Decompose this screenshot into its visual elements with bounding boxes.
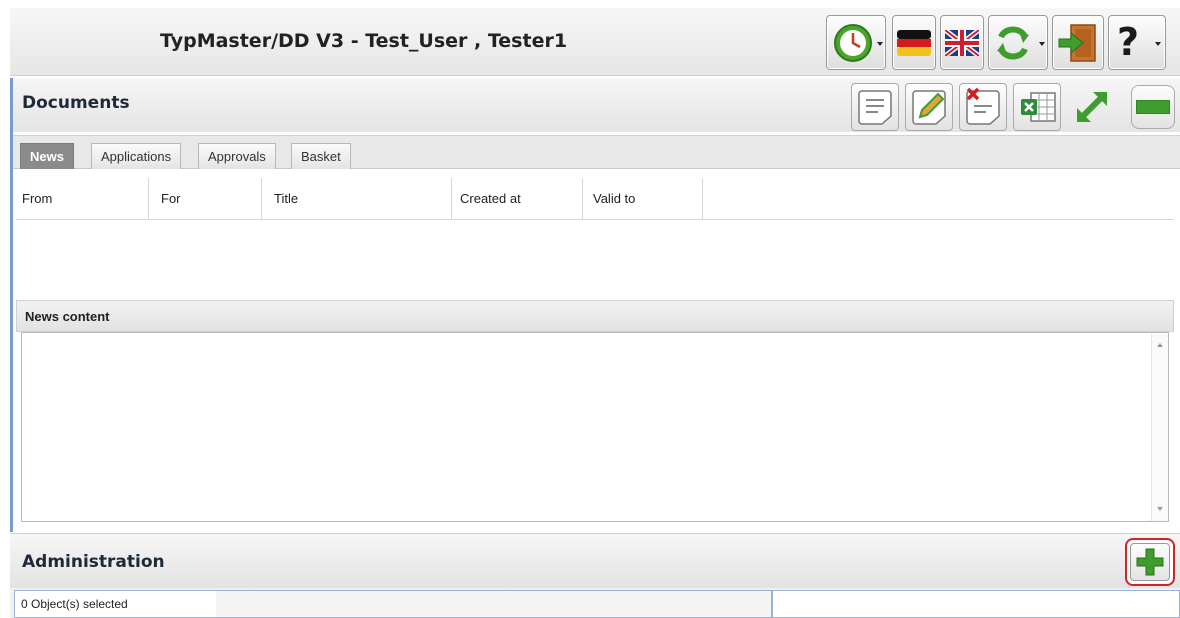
- documents-title: Documents: [22, 93, 130, 113]
- column-header-valid-to[interactable]: Valid to: [587, 178, 703, 220]
- add-icon: [1136, 548, 1164, 576]
- tab-approvals[interactable]: Approvals: [198, 143, 276, 169]
- german-flag-icon: [897, 30, 931, 56]
- selection-status: 0 Object(s) selected: [14, 590, 217, 618]
- title-bar: TypMaster/DD V3 - Test_User , Tester1 ?: [10, 8, 1180, 76]
- logout-button[interactable]: [1052, 15, 1104, 70]
- refresh-icon: [997, 26, 1029, 60]
- status-cell-middle: [216, 590, 772, 618]
- tab-news[interactable]: News: [20, 143, 74, 169]
- german-language-button[interactable]: [892, 15, 936, 70]
- document-icon: [858, 90, 892, 125]
- delete-document-button[interactable]: [959, 83, 1007, 131]
- status-cell-right: [772, 590, 1180, 618]
- collapse-button[interactable]: [1131, 85, 1175, 129]
- column-header-from[interactable]: From: [16, 178, 149, 220]
- new-document-button[interactable]: [851, 83, 899, 131]
- app-title: TypMaster/DD V3 - Test_User , Tester1: [160, 30, 568, 52]
- expand-button[interactable]: [1067, 83, 1115, 131]
- collapse-icon: [1136, 100, 1170, 114]
- chevron-down-icon: [877, 42, 883, 46]
- english-language-button[interactable]: [940, 15, 984, 70]
- help-icon: ?: [1117, 20, 1140, 64]
- column-header-title[interactable]: Title: [268, 178, 452, 220]
- tab-applications[interactable]: Applications: [91, 143, 182, 169]
- chevron-down-icon: [1155, 42, 1161, 46]
- delete-document-icon: [966, 88, 1000, 125]
- column-header-for[interactable]: For: [155, 178, 262, 220]
- uk-flag-icon: [945, 30, 979, 56]
- news-content-area[interactable]: [21, 332, 1169, 522]
- add-administration-button[interactable]: [1125, 538, 1175, 586]
- expand-icon: [1077, 92, 1107, 122]
- refresh-button[interactable]: [988, 15, 1048, 70]
- edit-document-button[interactable]: [905, 83, 953, 131]
- documents-panel-header: Documents: [13, 78, 1180, 132]
- news-grid-body[interactable]: [16, 221, 1174, 299]
- news-content-scrollbar[interactable]: [1151, 333, 1168, 521]
- column-header-created-at[interactable]: Created at: [454, 178, 583, 220]
- excel-export-button[interactable]: [1013, 83, 1061, 131]
- clock-button[interactable]: [826, 15, 886, 70]
- exit-door-icon: [1058, 24, 1096, 62]
- clock-icon: [834, 24, 872, 62]
- tab-basket[interactable]: Basket: [291, 143, 351, 169]
- help-button[interactable]: ?: [1108, 15, 1166, 70]
- status-bar: 0 Object(s) selected: [10, 588, 1180, 618]
- administration-panel: Administration: [10, 533, 1180, 588]
- documents-tab-bar: News Applications Approvals Basket: [13, 135, 1180, 169]
- edit-document-icon: [912, 90, 946, 125]
- news-grid-header: From For Title Created at Valid to: [16, 178, 1174, 220]
- news-content-header: News content: [16, 300, 1174, 332]
- scroll-up-arrow-icon[interactable]: [1157, 343, 1163, 347]
- add-button-frame: [1130, 543, 1170, 581]
- excel-export-icon: [1021, 92, 1056, 122]
- documents-panel: Documents News Applications Approvals Ba…: [10, 78, 1180, 532]
- administration-title: Administration: [22, 552, 165, 572]
- scroll-down-arrow-icon[interactable]: [1157, 507, 1163, 511]
- news-content-label: News content: [25, 309, 110, 324]
- chevron-down-icon: [1039, 42, 1045, 46]
